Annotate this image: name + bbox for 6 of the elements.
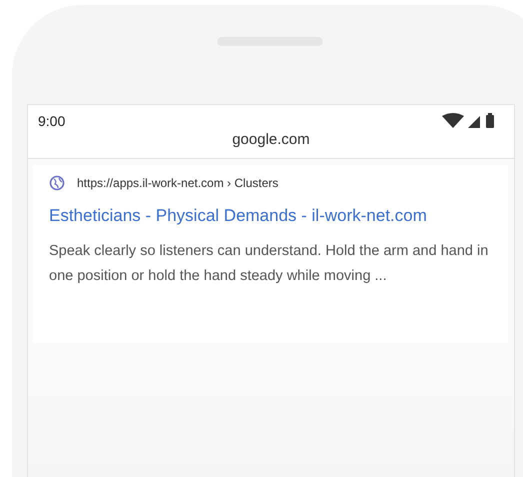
globe-icon (49, 175, 65, 191)
result-snippet: Speak clearly so listeners can understand. Hold the arm and hand in one position or hold the hand steady while moving ... (49, 242, 490, 286)
address-domain: google.com (28, 129, 514, 159)
result-url: https://apps.il-work-net.com › Clusters (77, 176, 278, 190)
result-title-link[interactable]: Estheticians - Physical Demands - il-work-net.com (49, 203, 449, 229)
status-time: 9:00 (38, 113, 66, 129)
